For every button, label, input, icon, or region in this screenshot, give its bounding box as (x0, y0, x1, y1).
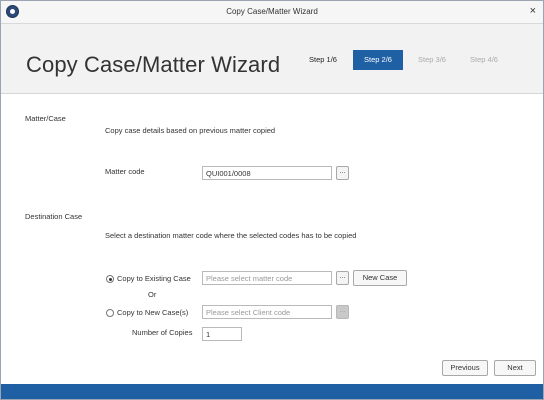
copy-existing-label[interactable]: Copy to Existing Case (117, 274, 191, 283)
matter-code-input[interactable] (202, 166, 332, 180)
copy-new-radio[interactable] (106, 309, 114, 317)
step-2: Step 2/6 (353, 50, 403, 70)
copy-existing-radio[interactable] (106, 275, 114, 283)
matter-code-browse-button[interactable]: ... (336, 166, 349, 180)
matter-case-description: Copy case details based on previous matt… (105, 126, 276, 135)
previous-button[interactable]: Previous (442, 360, 488, 376)
copy-new-label[interactable]: Copy to New Case(s) (117, 308, 188, 317)
new-client-input[interactable] (202, 305, 332, 319)
close-icon[interactable]: × (530, 5, 536, 17)
destination-heading: Destination Case (25, 212, 83, 221)
step-3: Step 3/6 (418, 55, 446, 64)
footer-bar (1, 384, 543, 399)
existing-matter-input[interactable] (202, 271, 332, 285)
matter-case-heading: Matter/Case (25, 114, 66, 123)
matter-code-label: Matter code (105, 167, 145, 176)
wizard-header: Copy Case/Matter Wizard Step 1/6 Step 2/… (1, 24, 543, 94)
destination-description: Select a destination matter code where t… (105, 231, 357, 240)
title-bar: Copy Case/Matter Wizard × (1, 1, 543, 24)
or-label: Or (148, 290, 157, 299)
step-4: Step 4/6 (470, 55, 498, 64)
new-client-browse-button[interactable]: ... (336, 305, 349, 319)
new-case-button[interactable]: New Case (353, 270, 407, 286)
next-button[interactable]: Next (494, 360, 536, 376)
step-1: Step 1/6 (309, 55, 337, 64)
copies-input[interactable] (202, 327, 242, 341)
existing-matter-browse-button[interactable]: ... (336, 271, 349, 285)
window-title: Copy Case/Matter Wizard (226, 7, 318, 16)
page-title: Copy Case/Matter Wizard (26, 52, 281, 77)
copies-label: Number of Copies (132, 328, 193, 337)
wizard-window: Copy Case/Matter Wizard × Copy Case/Matt… (0, 0, 544, 400)
